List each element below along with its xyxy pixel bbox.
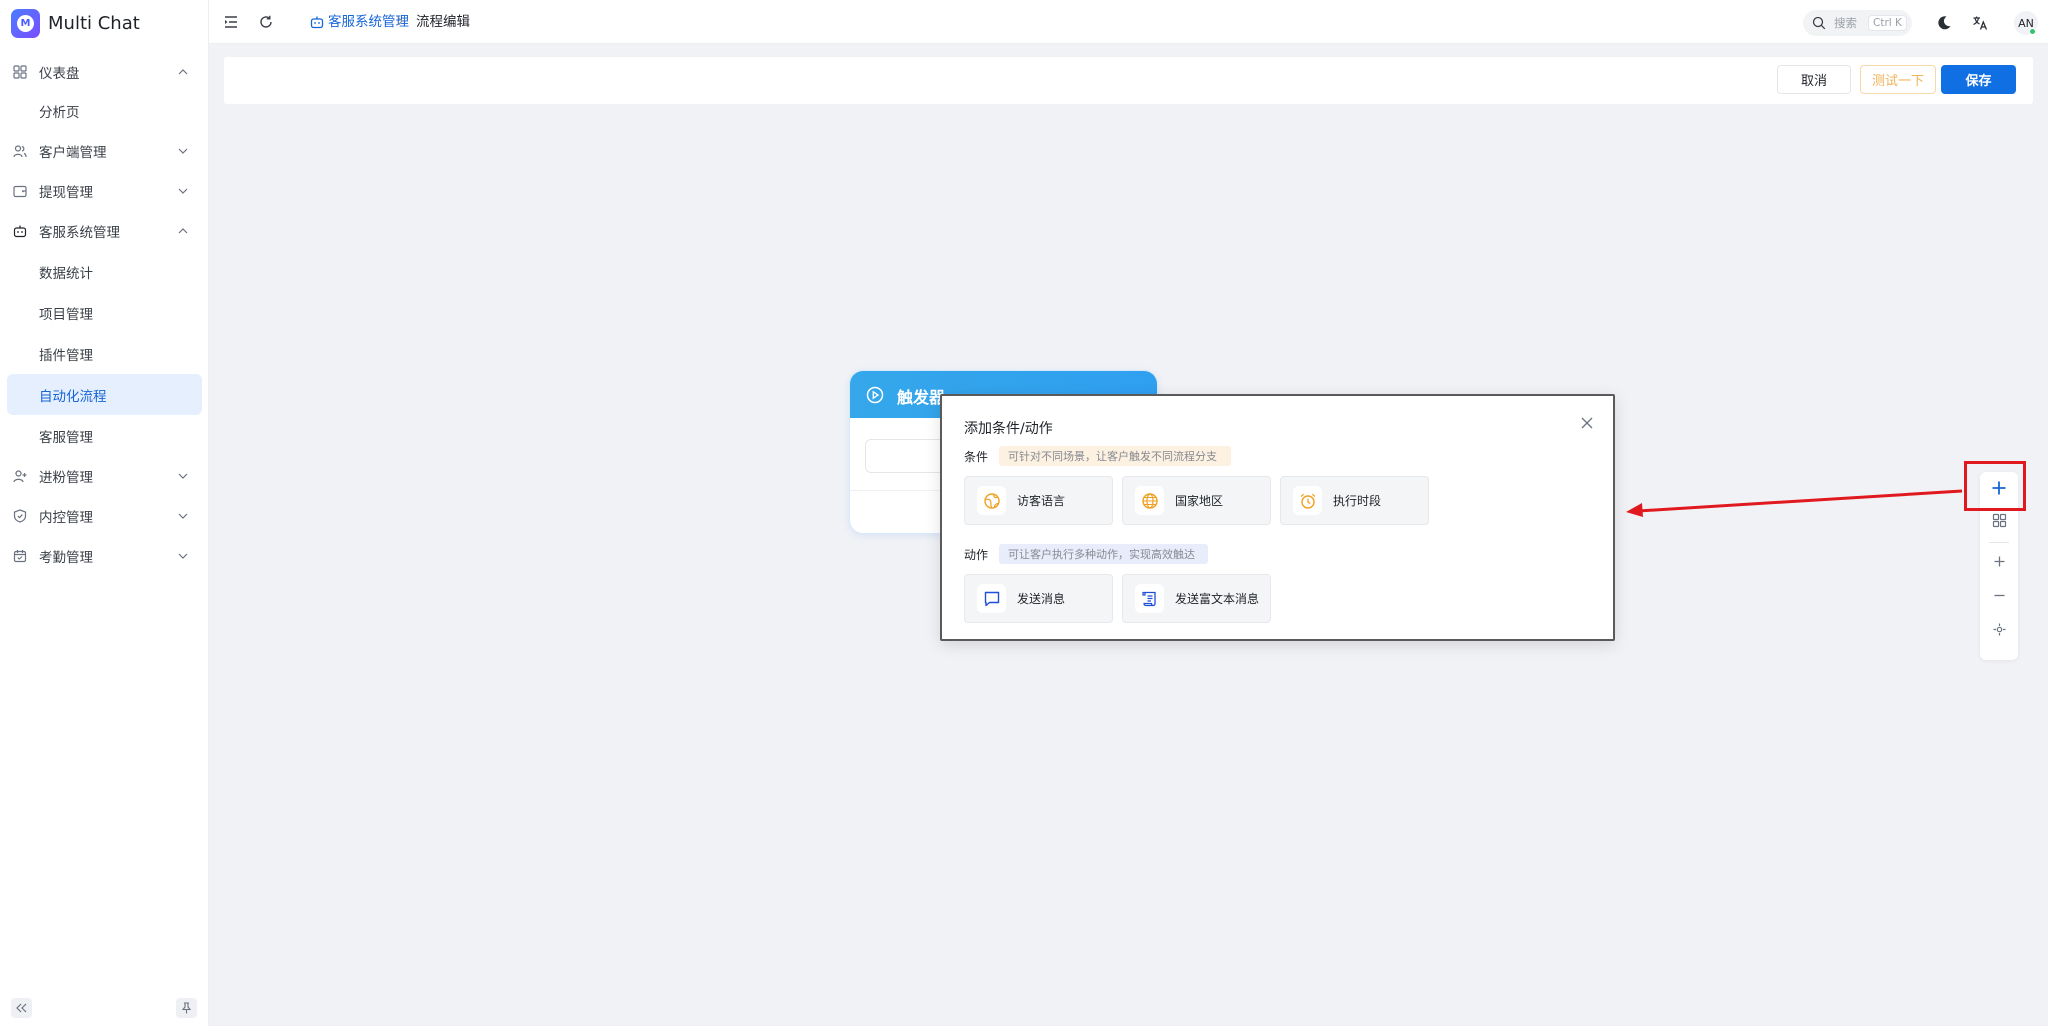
popup-title: 添加条件/动作 xyxy=(964,421,1053,437)
translate-icon[interactable] xyxy=(1972,15,1988,31)
chevron-up-icon xyxy=(178,69,188,75)
message-icon xyxy=(984,591,999,606)
user-add-icon xyxy=(13,470,27,483)
annotation-arrow-icon xyxy=(1626,489,1963,517)
chevron-down-icon xyxy=(178,188,188,194)
alarm-clock-icon xyxy=(1300,493,1315,509)
sidebar-subitem-stats[interactable]: 数据统计 xyxy=(0,251,209,292)
flow-toolbar: 取消 测试一下 保存 xyxy=(224,57,2033,104)
annotation-highlight-box xyxy=(1964,461,2026,511)
trigger-node-title: 触发器 xyxy=(897,388,946,407)
language-icon xyxy=(983,492,1000,509)
condition-country-region[interactable]: 国家地区 xyxy=(1122,476,1271,525)
app-logo-letter: M xyxy=(17,14,34,32)
chevron-down-icon xyxy=(178,473,188,479)
sidebar-subitem-plugins[interactable]: 插件管理 xyxy=(0,333,209,374)
sidebar-item-label: 进粉管理 xyxy=(39,470,93,486)
sidebar-item-dashboard[interactable]: 仪表盘 xyxy=(0,52,209,92)
refresh-icon[interactable] xyxy=(258,14,274,30)
sidebar-item-label: 仪表盘 xyxy=(39,66,80,82)
close-icon[interactable] xyxy=(1580,416,1594,430)
chevron-down-icon xyxy=(178,553,188,559)
double-chevron-left-icon xyxy=(16,1003,27,1013)
actions-hint: 可让客户执行多种动作，实现高效触达 xyxy=(999,544,1208,564)
sidebar-item-label: 提现管理 xyxy=(39,185,93,201)
sidebar-item-label: 客户端管理 xyxy=(39,145,107,161)
sidebar-item-cs-system[interactable]: 客服系统管理 xyxy=(0,211,209,251)
save-button[interactable]: 保存 xyxy=(1941,65,2016,94)
breadcrumb-flow-edit: 流程编辑 xyxy=(416,14,470,30)
rich-text-icon xyxy=(1141,591,1156,606)
sidebar-item-label: 内控管理 xyxy=(39,510,93,526)
zoom-out-icon[interactable] xyxy=(1992,588,2007,603)
fit-view-icon[interactable] xyxy=(1992,622,2007,637)
sidebar-item-clients[interactable]: 客户端管理 xyxy=(0,131,209,171)
zoom-in-icon[interactable] xyxy=(1992,554,2007,569)
conditions-hint: 可针对不同场景，让客户触发不同流程分支 xyxy=(999,446,1231,466)
pin-sidebar-button[interactable] xyxy=(176,998,197,1018)
action-send-rich-text[interactable]: 发送富文本消息 xyxy=(1122,574,1271,623)
search-shortcut: Ctrl K xyxy=(1868,15,1907,31)
sidebar-item-attendance[interactable]: 考勤管理 xyxy=(0,536,209,576)
test-button[interactable]: 测试一下 xyxy=(1860,65,1936,94)
card-label: 国家地区 xyxy=(1175,494,1224,508)
search-placeholder: 搜索 xyxy=(1834,16,1857,30)
add-condition-action-popup: 添加条件/动作 条件 可针对不同场景，让客户触发不同流程分支 访客语言 国家地区… xyxy=(940,394,1615,641)
actions-label: 动作 xyxy=(964,548,989,562)
shield-icon xyxy=(13,509,27,523)
sidebar-item-internal-control[interactable]: 内控管理 xyxy=(0,496,209,536)
sidebar: M Multi Chat 仪表盘 分析页 客户端管理 提现管理 客服系统管理 数… xyxy=(0,0,209,1026)
brand[interactable]: M Multi Chat xyxy=(11,8,140,38)
card-label: 执行时段 xyxy=(1333,494,1382,508)
online-status-dot xyxy=(2029,28,2036,35)
dashboard-icon xyxy=(13,65,27,79)
top-header: 客服系统管理 流程编辑 搜索 Ctrl K AN xyxy=(209,0,2048,44)
sidebar-subitem-projects[interactable]: 项目管理 xyxy=(0,292,209,333)
chevron-down-icon xyxy=(178,513,188,519)
sidebar-item-label: 考勤管理 xyxy=(39,550,93,566)
sidebar-subitem-agents[interactable]: 客服管理 xyxy=(0,415,209,456)
robot-icon xyxy=(310,16,324,29)
users-icon xyxy=(13,145,27,158)
menu-toggle-icon[interactable] xyxy=(223,14,239,30)
condition-execution-period[interactable]: 执行时段 xyxy=(1280,476,1429,525)
robot-icon xyxy=(13,225,27,238)
app-logo: M xyxy=(11,8,40,38)
card-label: 访客语言 xyxy=(1017,494,1066,508)
sidebar-item-fans[interactable]: 进粉管理 xyxy=(0,456,209,496)
sidebar-menu: 仪表盘 分析页 客户端管理 提现管理 客服系统管理 数据统计 项目管理 插件管理… xyxy=(0,52,209,576)
breadcrumb-cs-system[interactable]: 客服系统管理 xyxy=(310,14,409,30)
action-send-message[interactable]: 发送消息 xyxy=(964,574,1113,623)
card-label: 发送富文本消息 xyxy=(1175,592,1260,606)
pin-icon xyxy=(181,1002,192,1014)
sidebar-subitem-automation[interactable]: 自动化流程 xyxy=(7,374,202,415)
play-circle-icon xyxy=(866,386,884,404)
moon-icon[interactable] xyxy=(1936,15,1952,31)
cancel-button[interactable]: 取消 xyxy=(1777,65,1851,94)
wallet-icon xyxy=(13,185,27,198)
sidebar-item-label: 客服系统管理 xyxy=(39,225,120,241)
collapse-sidebar-button[interactable] xyxy=(11,998,32,1018)
sidebar-subitem-analysis[interactable]: 分析页 xyxy=(0,90,209,131)
calendar-icon xyxy=(13,550,27,563)
conditions-label: 条件 xyxy=(964,450,989,464)
chevron-down-icon xyxy=(178,148,188,154)
controls-divider xyxy=(1989,542,2009,543)
condition-visitor-language[interactable]: 访客语言 xyxy=(964,476,1113,525)
grid-layout-icon[interactable] xyxy=(1992,513,2007,528)
breadcrumb-separator-icon xyxy=(397,16,403,26)
global-search[interactable]: 搜索 Ctrl K xyxy=(1803,10,1912,36)
app-name: Multi Chat xyxy=(48,12,140,34)
sidebar-item-withdraw[interactable]: 提现管理 xyxy=(0,171,209,211)
globe-icon xyxy=(1141,492,1158,509)
card-label: 发送消息 xyxy=(1017,592,1066,606)
search-icon xyxy=(1812,16,1826,30)
chevron-up-icon xyxy=(178,228,188,234)
trigger-field[interactable] xyxy=(865,439,945,473)
